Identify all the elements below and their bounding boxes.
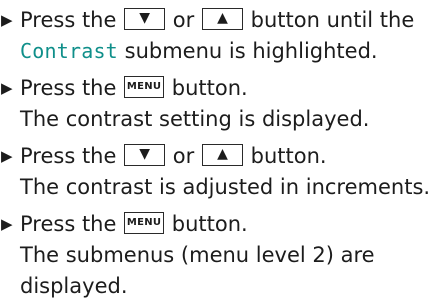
step-3-text-a: Press the [20,144,117,168]
bullet-arrow-icon: ▶ [1,79,13,97]
step-1-line-2: Contrast submenu is highlighted. [0,36,441,67]
step-4-result-cont: displayed. [20,274,128,298]
step-2-line-1: ▶ Press the MENU button. [0,73,441,104]
step-1-text-b: or [172,8,195,32]
step-3-line-2: The contrast is adjusted in increments. [0,172,441,203]
step-4-text-b: button. [171,212,248,236]
step-2-text-a: Press the [20,76,117,100]
step-2-result: The contrast setting is displayed. [20,107,370,131]
submenu-name-contrast: Contrast [20,39,118,63]
step-3-line-1: ▶ Press the ▼ or ▲ button. [0,141,441,172]
step-1-text-c: button until the [250,8,415,32]
menu-key-icon: MENU [124,76,165,98]
step-1-text-d: submenu is highlighted. [124,39,378,63]
down-arrow-key-icon: ▼ [124,8,166,30]
step-3-text-b: or [172,144,195,168]
up-arrow-key-icon: ▲ [201,144,243,166]
step-3-result: The contrast is adjusted in increments. [20,175,431,199]
bullet-arrow-icon: ▶ [1,215,13,233]
step-1-text-a: Press the [20,8,117,32]
step-2-text-b: button. [171,76,248,100]
up-arrow-key-icon: ▲ [201,8,243,30]
step-2-line-2: The contrast setting is displayed. [0,104,441,135]
menu-key-icon: MENU [124,212,165,234]
step-3-text-c: button. [250,144,327,168]
instruction-steps: ▶ Press the ▼ or ▲ button until the Cont… [0,5,441,302]
step-4-line-3: displayed. [0,271,441,302]
bullet-arrow-icon: ▶ [1,11,13,29]
step-4-line-1: ▶ Press the MENU button. [0,209,441,240]
step-4-text-a: Press the [20,212,117,236]
bullet-arrow-icon: ▶ [1,147,13,165]
step-4-result: The submenus (menu level 2) are [20,243,375,267]
step-1-line-1: ▶ Press the ▼ or ▲ button until the [0,5,441,36]
down-arrow-key-icon: ▼ [124,144,166,166]
step-4-line-2: The submenus (menu level 2) are [0,240,441,271]
